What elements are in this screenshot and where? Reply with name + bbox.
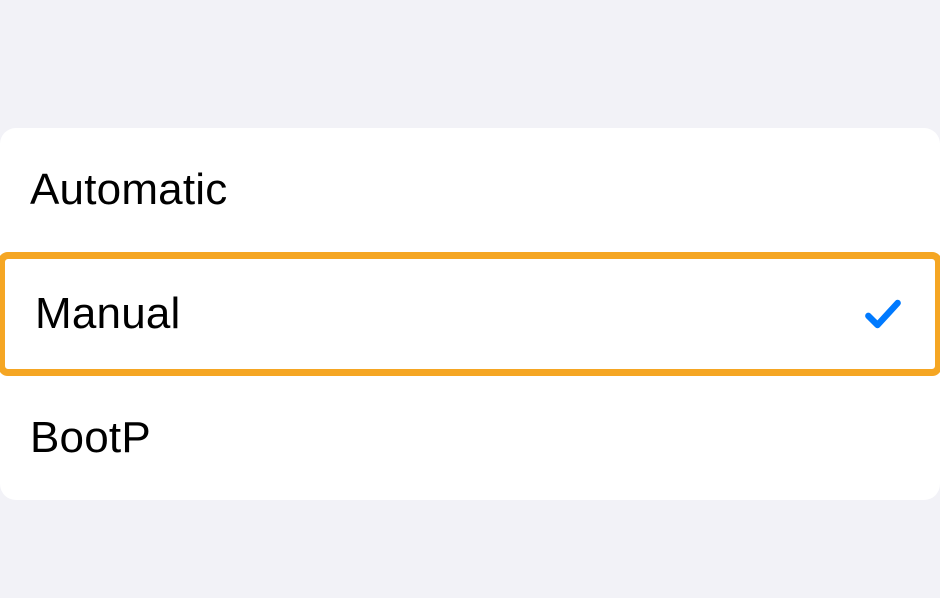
option-automatic[interactable]: Automatic: [0, 128, 940, 252]
checkmark-icon: [861, 292, 905, 336]
option-automatic-label: Automatic: [30, 165, 227, 215]
option-manual-label: Manual: [35, 289, 181, 339]
option-bootp[interactable]: BootP: [0, 376, 940, 500]
settings-container: Automatic Manual BootP: [0, 0, 940, 500]
option-manual[interactable]: Manual: [0, 252, 940, 376]
option-bootp-label: BootP: [30, 413, 151, 463]
ip-config-list: Automatic Manual BootP: [0, 128, 940, 500]
